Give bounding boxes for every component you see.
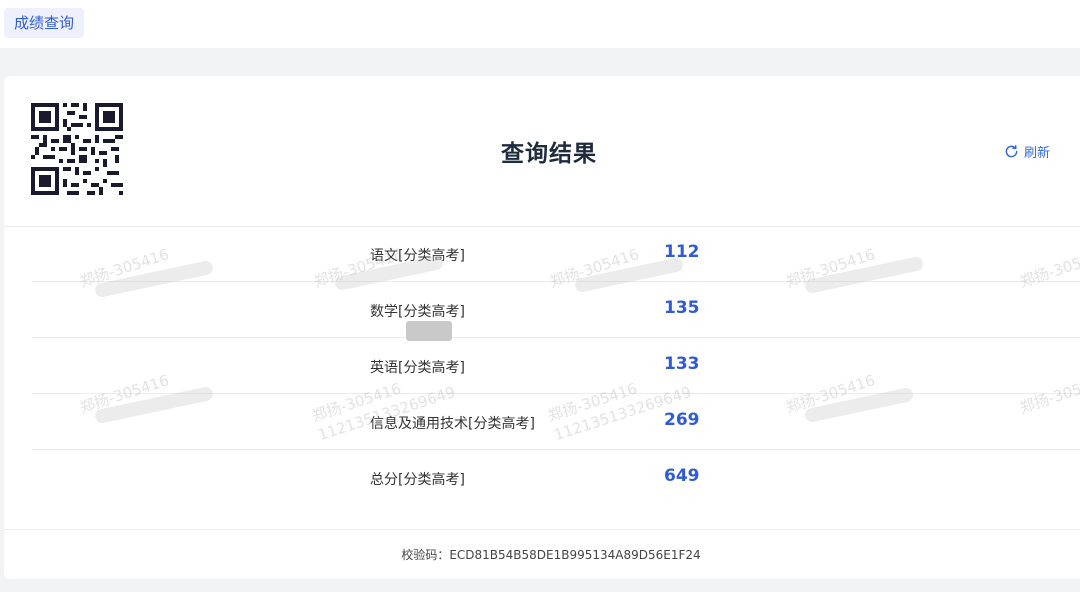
subject-name: 信息及通用技术[分类高考] xyxy=(370,416,535,432)
score-row-total: 总分[分类高考] 649 xyxy=(32,450,1080,505)
subject-score: 135 xyxy=(664,298,700,318)
privacy-blur xyxy=(406,321,452,341)
subject-name: 总分[分类高考] xyxy=(370,472,465,488)
bottom-strip xyxy=(0,592,1080,604)
score-row-math: 数学[分类高考] 135 xyxy=(32,282,1080,338)
footer-divider xyxy=(4,529,1080,530)
refresh-icon xyxy=(1005,144,1018,157)
verification-value: ECD81B54B58DE1B995134A89D56E1F24 xyxy=(449,548,701,562)
refresh-label: 刷新 xyxy=(1024,145,1051,161)
subject-score: 269 xyxy=(664,410,700,430)
verification-code: 校验码：ECD81B54B58DE1B995134A89D56E1F24 xyxy=(4,546,1080,563)
score-row-english: 英语[分类高考] 133 xyxy=(32,338,1080,394)
verification-label: 校验码： xyxy=(401,548,450,562)
subject-score: 649 xyxy=(664,466,700,486)
subject-name: 数学[分类高考] xyxy=(370,304,465,320)
subject-score: 112 xyxy=(664,242,700,262)
result-card: 查询结果 刷新 语文[分类高考] 112 数学[分类高考] 135 英语[分类高… xyxy=(4,76,1080,579)
subject-score: 133 xyxy=(664,354,700,374)
score-row-tech: 信息及通用技术[分类高考] 269 xyxy=(32,394,1080,450)
subject-name: 语文[分类高考] xyxy=(370,248,465,264)
score-row-chinese: 语文[分类高考] 112 xyxy=(32,226,1080,282)
refresh-button[interactable]: 刷新 xyxy=(1004,140,1050,162)
subject-name: 英语[分类高考] xyxy=(370,360,465,376)
top-bar: 成绩查询 xyxy=(0,0,1080,48)
page-title: 查询结果 xyxy=(501,141,597,167)
tab-score-query[interactable]: 成绩查询 xyxy=(4,8,85,38)
score-list: 语文[分类高考] 112 数学[分类高考] 135 英语[分类高考] 133 信… xyxy=(32,226,1080,505)
